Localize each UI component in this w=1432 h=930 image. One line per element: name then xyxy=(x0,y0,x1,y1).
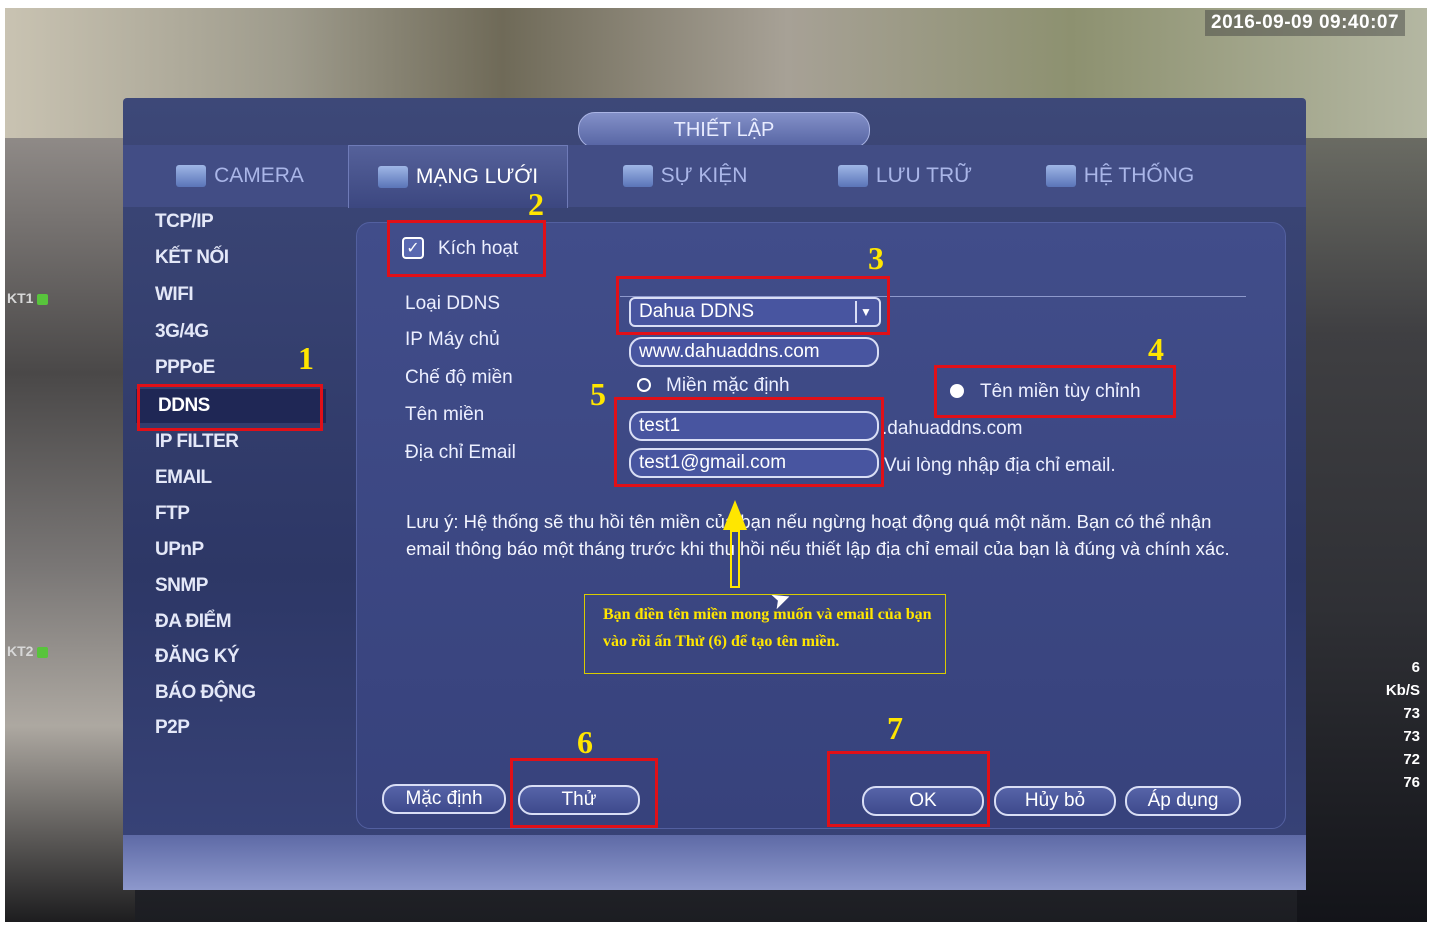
dialog-footer-bar xyxy=(123,835,1306,890)
storage-icon xyxy=(837,165,868,187)
event-icon xyxy=(622,165,653,187)
sidebar-item-connection[interactable]: KẾT NỐI xyxy=(155,247,229,269)
radio-default-domain[interactable] xyxy=(637,378,651,392)
step-number-5: 5 xyxy=(590,376,606,412)
annotation-box-ddns-type xyxy=(616,276,890,335)
annotation-box-test xyxy=(510,758,658,828)
camera-label-kt2: KT2 xyxy=(7,643,49,659)
ddns-note: Lưu ý: Hệ thống sẽ thu hồi tên miền của … xyxy=(406,511,1230,559)
cancel-button[interactable]: Hủy bỏ xyxy=(994,786,1116,816)
default-domain-label: Miền mặc định xyxy=(666,375,790,396)
server-ip-label: IP Máy chủ xyxy=(405,329,500,350)
tab-events[interactable]: SỰ KIỆN xyxy=(590,148,780,204)
step-number-6: 6 xyxy=(577,724,593,760)
ddns-type-label: Loại DDNS xyxy=(405,293,501,314)
step-number-1: 1 xyxy=(298,340,314,376)
tab-storage[interactable]: LƯU TRỮ xyxy=(810,148,1000,204)
system-icon xyxy=(1045,165,1076,187)
sidebar-item-snmp[interactable]: SNMP xyxy=(155,575,208,597)
arrow-shaft xyxy=(730,530,740,588)
camera-timestamp: 2016-09-09 09:40:07 xyxy=(1205,10,1406,36)
annotation-box-domain-email xyxy=(614,397,884,487)
instruction-callout: Bạn điền tên miền mong muốn và email của… xyxy=(584,594,946,674)
sidebar-item-ip-filter[interactable]: IP FILTER xyxy=(155,431,239,453)
sidebar-item-wifi[interactable]: WIFI xyxy=(155,284,194,306)
bitrate-stats: 6 Kb/S 73 73 72 76 xyxy=(1385,659,1420,791)
domain-label: Tên miền xyxy=(405,404,485,425)
sidebar-item-pppoe[interactable]: PPPoE xyxy=(155,357,215,379)
annotation-box-ok xyxy=(827,751,990,827)
step-number-2: 2 xyxy=(528,186,544,222)
sidebar-item-upnp[interactable]: UPnP xyxy=(155,539,204,561)
camera-label-kt1: KT1 xyxy=(7,290,49,306)
sidebar-item-multicast[interactable]: ĐA ĐIỂM xyxy=(155,611,232,633)
email-hint: Vui lòng nhập địa chỉ email. xyxy=(884,455,1116,476)
sidebar-item-email[interactable]: EMAIL xyxy=(155,467,212,489)
dialog-title: THIẾT LẬP xyxy=(578,112,870,148)
camera-feed-right xyxy=(1297,138,1427,922)
camera-feed-left xyxy=(5,138,135,922)
step-number-3: 3 xyxy=(868,240,884,276)
sidebar-item-tcpip[interactable]: TCP/IP xyxy=(155,211,214,233)
annotation-box-ddns xyxy=(137,384,323,431)
tab-system[interactable]: HỆ THỐNG xyxy=(1025,148,1215,204)
step-number-7: 7 xyxy=(887,710,903,746)
email-label: Địa chỉ Email xyxy=(405,442,516,463)
sidebar-item-p2p[interactable]: P2P xyxy=(155,717,190,739)
sidebar-item-ftp[interactable]: FTP xyxy=(155,503,190,525)
sidebar-item-3g4g[interactable]: 3G/4G xyxy=(155,321,209,343)
default-button[interactable]: Mặc định xyxy=(382,784,506,814)
domain-mode-label: Chế độ miền xyxy=(405,367,513,388)
sidebar-item-register[interactable]: ĐĂNG KÝ xyxy=(155,646,240,668)
sidebar-item-alarm[interactable]: BÁO ĐỘNG xyxy=(155,682,256,704)
annotation-box-custom-domain xyxy=(934,365,1176,418)
step-number-4: 4 xyxy=(1148,331,1164,367)
arrow-up-icon xyxy=(723,500,747,530)
server-ip-field[interactable]: www.dahuaddns.com xyxy=(629,337,879,367)
domain-suffix: .dahuaddns.com xyxy=(882,418,1023,439)
tab-camera[interactable]: CAMERA xyxy=(140,148,340,204)
apply-button[interactable]: Áp dụng xyxy=(1125,786,1241,816)
network-icon xyxy=(377,166,408,188)
annotation-box-enable xyxy=(387,220,546,277)
camera-icon xyxy=(176,165,207,187)
